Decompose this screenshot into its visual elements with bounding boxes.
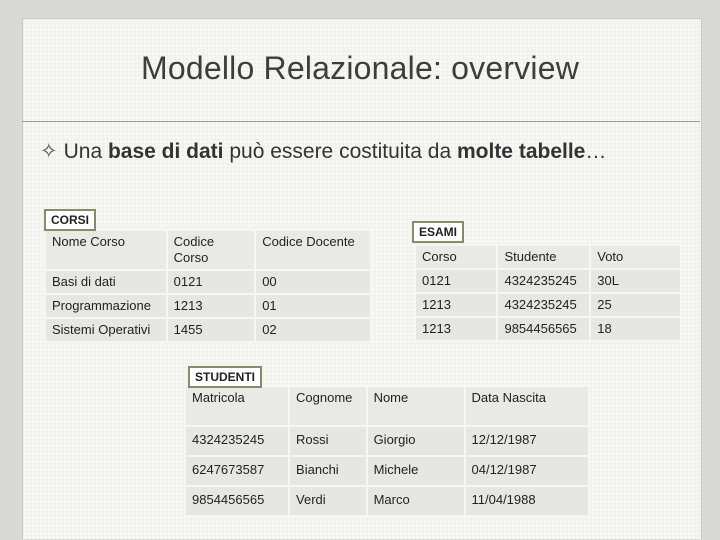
- table-row: Programmazione 1213 01: [46, 295, 370, 317]
- header-cell: Codice Corso: [167, 231, 255, 269]
- table-header-row: Corso Studente Voto: [416, 246, 680, 268]
- table-cell: 00: [256, 271, 370, 293]
- table-cell: 9854456565: [186, 487, 289, 515]
- table-cell: Bianchi: [290, 457, 366, 485]
- table-cell: 1213: [416, 318, 497, 340]
- header-cell: Matricola: [186, 387, 289, 425]
- table-cell: 4324235245: [498, 270, 590, 292]
- table-row: 1213 4324235245 25: [416, 294, 680, 316]
- table-header-row: Nome Corso Codice Corso Codice Docente: [46, 231, 370, 269]
- bullet-text-3: …: [585, 140, 607, 163]
- header-cell: Voto: [591, 246, 680, 268]
- table-cell: 04/12/1987: [465, 457, 588, 485]
- table-row: 9854456565 Verdi Marco 11/04/1988: [186, 487, 588, 515]
- table-cell: 11/04/1988: [465, 487, 588, 515]
- bullet-text-1: Una: [63, 140, 108, 163]
- esami-label: ESAMI: [412, 221, 465, 243]
- table-row: 4324235245 Rossi Giorgio 12/12/1987: [186, 427, 588, 455]
- esami-table: Corso Studente Voto 0121 4324235245 30L …: [414, 244, 682, 342]
- corsi-table: Nome Corso Codice Corso Codice Docente B…: [44, 229, 372, 343]
- header-cell: Nome: [367, 387, 464, 425]
- table-row: 0121 4324235245 30L: [416, 270, 680, 292]
- table-cell: Marco: [367, 487, 464, 515]
- studenti-label: STUDENTI: [188, 366, 262, 388]
- table-cell: Sistemi Operativi: [46, 319, 166, 341]
- table-cell: 12/12/1987: [465, 427, 588, 455]
- table-cell: 9854456565: [498, 318, 590, 340]
- table-row: Basi di dati 0121 00: [46, 271, 370, 293]
- table-header-row: Matricola Cognome Nome Data Nascita: [186, 387, 588, 425]
- table-cell: 18: [591, 318, 680, 340]
- table-cell: 6247673587: [186, 457, 289, 485]
- table-cell: 25: [591, 294, 680, 316]
- bullet-bold-2: molte tabelle: [456, 140, 586, 163]
- header-cell: Cognome: [290, 387, 366, 425]
- header-cell: Corso: [416, 246, 497, 268]
- table-row: 1213 9854456565 18: [416, 318, 680, 340]
- table-cell: 1213: [416, 294, 497, 316]
- table-cell: 4324235245: [186, 427, 289, 455]
- sparkle-bullet-icon: ✧: [40, 140, 58, 163]
- table-cell: Verdi: [290, 487, 366, 515]
- title-divider: [22, 121, 700, 122]
- table-cell: 1213: [167, 295, 255, 317]
- table-cell: 0121: [167, 271, 255, 293]
- table-row: Sistemi Operativi 1455 02: [46, 319, 370, 341]
- table-cell: Rossi: [290, 427, 366, 455]
- table-cell: 02: [256, 319, 370, 341]
- bullet-bold-1: base di dati: [107, 140, 224, 163]
- table-cell: 4324235245: [498, 294, 590, 316]
- table-cell: 0121: [416, 270, 497, 292]
- header-cell: Nome Corso: [46, 231, 166, 269]
- table-row: 6247673587 Bianchi Michele 04/12/1987: [186, 457, 588, 485]
- table-cell: 30L: [591, 270, 680, 292]
- table-cell: 01: [256, 295, 370, 317]
- header-cell: Codice Docente: [256, 231, 370, 269]
- header-cell: Studente: [498, 246, 590, 268]
- bullet-point: ✧ Una base di dati può essere costituita …: [40, 139, 606, 164]
- table-cell: Giorgio: [367, 427, 464, 455]
- table-cell: Michele: [367, 457, 464, 485]
- studenti-table: Matricola Cognome Nome Data Nascita 4324…: [184, 385, 590, 517]
- table-cell: Basi di dati: [46, 271, 166, 293]
- header-cell: Data Nascita: [465, 387, 588, 425]
- bullet-text-2: può essere costituita da: [223, 140, 457, 163]
- table-cell: Programmazione: [46, 295, 166, 317]
- table-cell: 1455: [167, 319, 255, 341]
- corsi-label: CORSI: [44, 209, 97, 231]
- slide-title: Modello Relazionale: overview: [140, 50, 580, 86]
